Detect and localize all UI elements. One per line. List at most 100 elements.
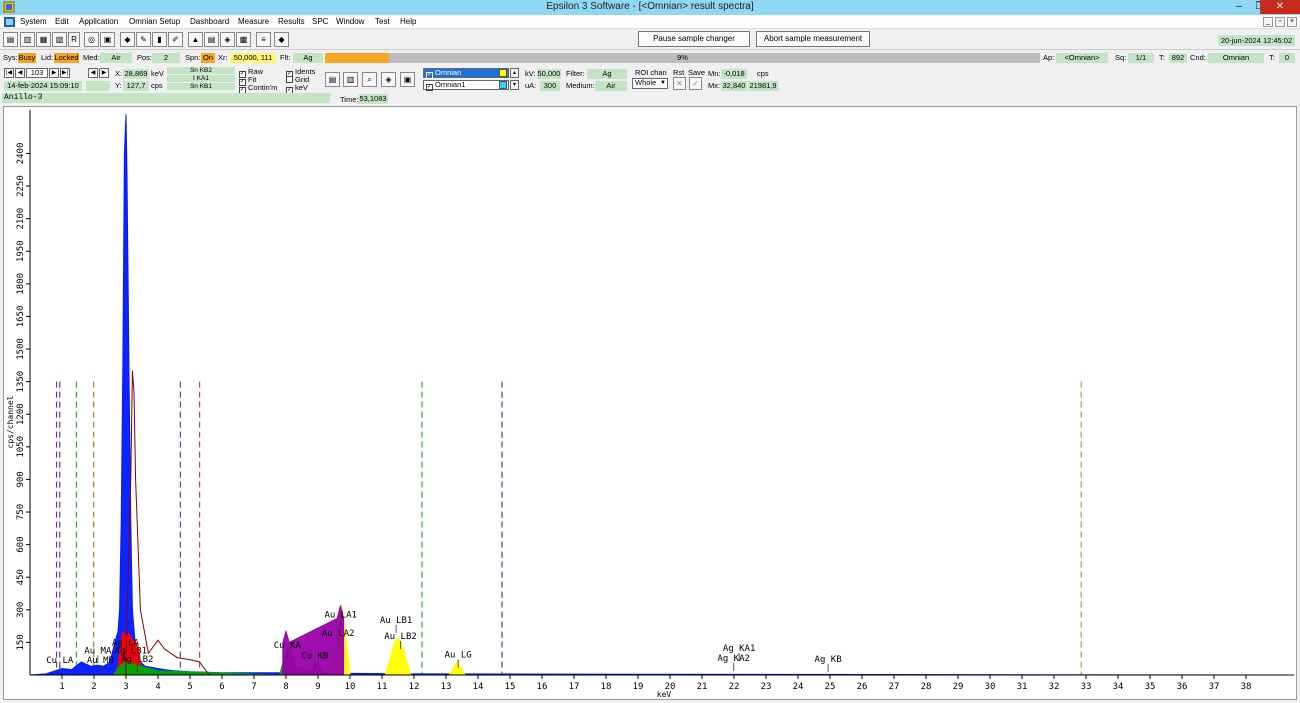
close-button[interactable]: ✕ [1260,0,1300,14]
flt-status: Ag [293,53,323,63]
spectrum-number-field[interactable]: 103 [26,68,48,78]
peak-label: Ag LB2 [121,655,154,665]
spectrum-date: 14-feb-2024 15:09:10 [4,81,82,91]
bars-icon[interactable]: ▮ [152,32,167,47]
book-icon[interactable]: ◆ [274,32,289,47]
menu-help[interactable]: Help [400,17,416,26]
next-spectrum-button[interactable]: ▶ [49,68,59,78]
target-icon[interactable]: ◎ [84,32,99,47]
y-tick-label: 1650 [16,306,26,328]
channel-omnian[interactable]: ✓ Omnian [423,68,509,79]
t-label: T: [1159,53,1165,62]
menu-window[interactable]: Window [336,17,364,26]
menu-edit[interactable]: Edit [55,17,69,26]
mn-label: Mn: [708,69,721,78]
print-spectrum-icon[interactable]: ▤ [325,72,340,87]
channel-omnian-color[interactable] [499,69,507,77]
x-tick-label: 19 [633,682,644,692]
spectrum-plot[interactable]: 1 2 3 4 5 6 7 8 9 10 11 12 13 14 15 16 17 18 19 20 21 22 23 24 2… [3,106,1297,700]
peak-label: Au MA [84,646,112,656]
cursor-left-button[interactable]: ◀ [88,68,98,78]
roi-select[interactable]: Whole ▼ [632,78,668,89]
abort-sample-measurement-button[interactable]: Abort sample measurement [756,31,870,47]
x-tick-label: 13 [441,682,452,692]
last-spectrum-button[interactable]: ▶| [60,68,70,78]
line-label-3: Sn KB1 [167,83,235,90]
y-axis-label: cps/channel [6,395,15,448]
peak-label: Au MB [87,656,114,666]
grid-icon[interactable]: ▩ [236,32,251,47]
pause-sample-changer-button[interactable]: Pause sample changer [638,31,750,47]
sample-icon[interactable]: ◆ [120,32,135,47]
channel-omnian-dropdown[interactable]: ▴ [510,68,519,78]
menu-omnian-setup[interactable]: Omnian Setup [129,17,180,26]
monitor-icon[interactable]: ▣ [100,32,115,47]
lid-status: Locked [54,53,79,63]
menu-test[interactable]: Test [375,17,390,26]
spectrum-icon[interactable]: ▲ [188,32,203,47]
zoom-icon[interactable]: ⌕ [362,72,377,87]
label-icon[interactable]: ◈ [381,72,396,87]
printer-2-icon[interactable]: ▤ [204,32,219,47]
line-label-1: Sn KB2 [167,67,235,74]
calculator-icon[interactable]: ▦ [36,32,51,47]
title-bar: Epsilon 3 Software - [<Omnian> result sp… [0,0,1300,15]
tag-icon[interactable]: ◈ [220,32,235,47]
menu-spc[interactable]: SPC [312,17,328,26]
mn-unit: cps [757,69,769,78]
peak-label: Au LB2 [384,632,417,642]
stack-icon[interactable]: ≡ [256,32,271,47]
mx-count: 21981,9 [748,81,778,91]
x-tick-label: 1 [59,682,64,692]
printer-icon[interactable]: ▧ [52,32,67,47]
copy-spectrum-icon[interactable]: ▥ [343,72,358,87]
lid-label: Lid: [41,53,54,62]
peak-label: Cu KB [301,652,328,662]
save-icon[interactable]: ✓ [689,77,702,90]
channel-omnian1[interactable]: ✓ Omnian1 [423,80,509,91]
report-icon[interactable]: R [68,32,80,47]
export-icon[interactable]: ▣ [400,72,415,87]
current-datetime: 20-jun-2024 12:45:02 [1218,35,1295,46]
ap-status: <Omnian> [1056,53,1108,63]
pen-icon[interactable]: ✐ [168,32,183,47]
y-tick-label: 1050 [16,436,26,458]
cursor-right-button[interactable]: ▶ [99,68,109,78]
reset-icon[interactable]: ✕ [673,77,686,90]
sys-status: Busy [18,53,36,63]
x-tick-label: 6 [219,682,224,692]
open-icon[interactable]: ▤ [3,32,18,47]
x-tick-label: 38 [1241,682,1252,692]
print-icon[interactable]: ▥ [20,32,35,47]
mdi-close-button[interactable]: × [1287,17,1297,27]
filter-label: Filter: [566,69,585,78]
ua-value: 300 [540,81,560,91]
channel-omnian1-dropdown[interactable]: ▾ [510,80,519,90]
save-label: Save [688,68,706,77]
y-tick-label: 2250 [16,175,26,197]
channel-omnian1-color[interactable] [499,81,507,89]
x-tick-label: 7 [251,682,256,692]
x-tick-label: 29 [953,682,964,692]
cnd-status: Omnian [1208,53,1264,63]
menu-application[interactable]: Application [79,17,118,26]
minimize-button[interactable]: – [1228,0,1250,14]
menu-measure[interactable]: Measure [238,17,269,26]
prev-spectrum-button[interactable]: ◀ [15,68,25,78]
mdi-restore-button[interactable]: ▫ [1275,17,1285,27]
x-label: X: [115,69,123,78]
spn-label: Spn: [185,53,201,62]
mdi-minimize-button[interactable]: _ [1263,17,1273,27]
menu-dashboard[interactable]: Dashboard [190,17,229,26]
first-spectrum-button[interactable]: |◀ [4,68,14,78]
ruler-icon[interactable]: ✎ [136,32,151,47]
peak-label: Ag KA1 [723,644,756,654]
sample-name: Anillo-3 [2,93,330,103]
menu-results[interactable]: Results [278,17,305,26]
x-tick-label: 3 [123,682,128,692]
menu-system[interactable]: System [20,17,47,26]
x-tick-label: 17 [569,682,580,692]
mdi-icon[interactable] [4,17,15,27]
mx-label: Mx: [708,81,721,90]
spectrum-chart[interactable]: 1 2 3 4 5 6 7 8 9 10 11 12 13 14 15 16 17 18 19 20 21 22 23 24 2… [4,107,1296,699]
